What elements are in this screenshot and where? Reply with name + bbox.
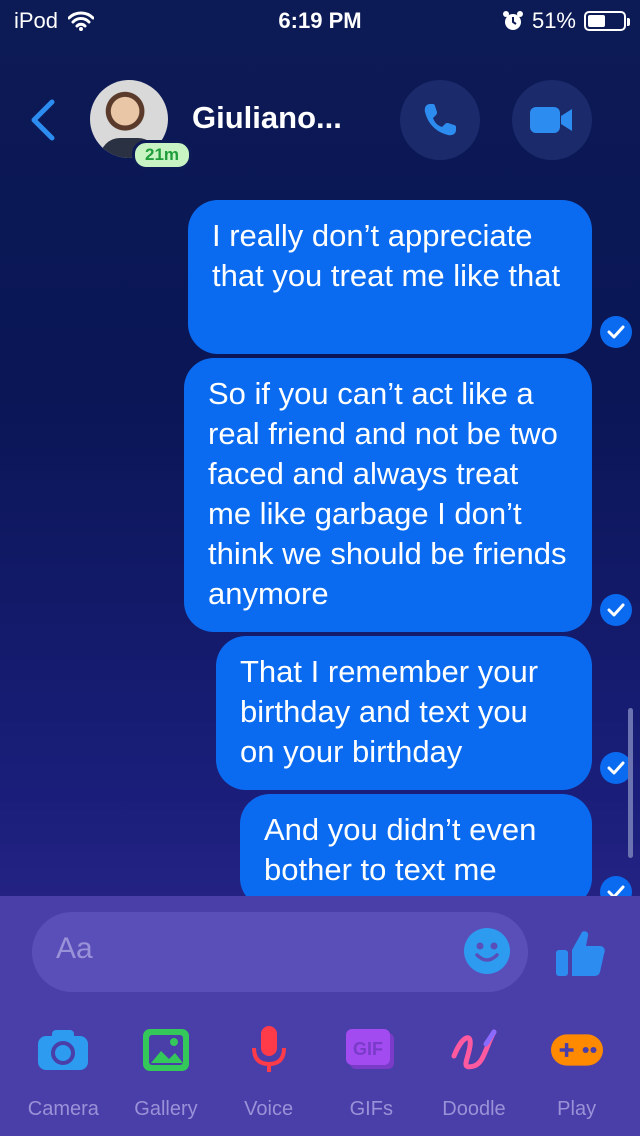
message-bubble[interactable]: That I remember your birthday and text y… <box>216 636 592 790</box>
emoji-icon[interactable] <box>464 928 510 974</box>
gamepad-icon <box>550 1024 603 1076</box>
contact-name[interactable]: Giuliano... <box>192 100 342 136</box>
message-text: That I remember your birthday and text y… <box>240 654 539 769</box>
tool-doodle[interactable]: Doodle <box>424 1024 524 1134</box>
tool-gifs[interactable]: GIF GIFs <box>321 1024 421 1134</box>
composer-panel: Aa Camera Gallery Voice GIF GIFs Doodle … <box>0 896 640 1136</box>
phone-icon <box>424 104 456 136</box>
conversation-header: 21m Giuliano... <box>0 70 640 180</box>
message-input[interactable]: Aa <box>32 912 528 992</box>
tool-label: Camera <box>27 1098 99 1120</box>
tool-label: Gallery <box>134 1098 198 1120</box>
microphone-icon <box>243 1024 295 1076</box>
message-text: I really don’t appreciate that you treat… <box>212 218 561 293</box>
doodle-icon <box>448 1024 500 1076</box>
composer-toolbar: Camera Gallery Voice GIF GIFs Doodle Pla… <box>0 1024 640 1134</box>
camera-icon <box>37 1024 89 1076</box>
tool-play[interactable]: Play <box>527 1024 627 1134</box>
voice-call-button[interactable] <box>400 80 480 160</box>
tool-gallery[interactable]: Gallery <box>116 1024 216 1134</box>
tool-label: Play <box>557 1098 597 1120</box>
status-right: 51% <box>502 8 630 34</box>
message-text: So if you can’t act like a real friend a… <box>208 376 567 611</box>
video-camera-icon <box>530 107 572 133</box>
message-input-placeholder: Aa <box>56 932 93 965</box>
gallery-icon <box>140 1024 192 1076</box>
thumbs-up-icon[interactable] <box>552 926 608 982</box>
alarm-icon <box>502 11 523 30</box>
svg-text:GIF: GIF <box>353 1039 383 1059</box>
message-bubble[interactable]: I really don’t appreciate that you treat… <box>188 200 592 354</box>
tool-label: Doodle <box>442 1098 506 1120</box>
read-check-icon <box>600 316 632 348</box>
scrollbar[interactable] <box>628 708 633 858</box>
tool-camera[interactable]: Camera <box>13 1024 113 1134</box>
tool-label: GIFs <box>349 1098 393 1120</box>
battery-fill <box>588 15 606 27</box>
gif-icon: GIF <box>345 1024 397 1076</box>
tool-voice[interactable]: Voice <box>219 1024 319 1134</box>
back-chevron-icon[interactable] <box>26 98 60 142</box>
read-check-icon <box>600 594 632 626</box>
message-bubble[interactable]: So if you can’t act like a real friend a… <box>184 358 592 632</box>
tool-label: Voice <box>244 1098 294 1120</box>
video-call-button[interactable] <box>512 80 592 160</box>
status-bar: iPod 6:19 PM 51% <box>0 0 640 40</box>
message-text: And you didn’t even bother to text me <box>264 812 537 887</box>
battery-percent: 51% <box>531 8 576 33</box>
message-bubble[interactable]: And you didn’t even bother to text me <box>240 794 592 908</box>
battery-icon <box>584 11 630 31</box>
active-status-badge: 21m <box>132 140 193 170</box>
